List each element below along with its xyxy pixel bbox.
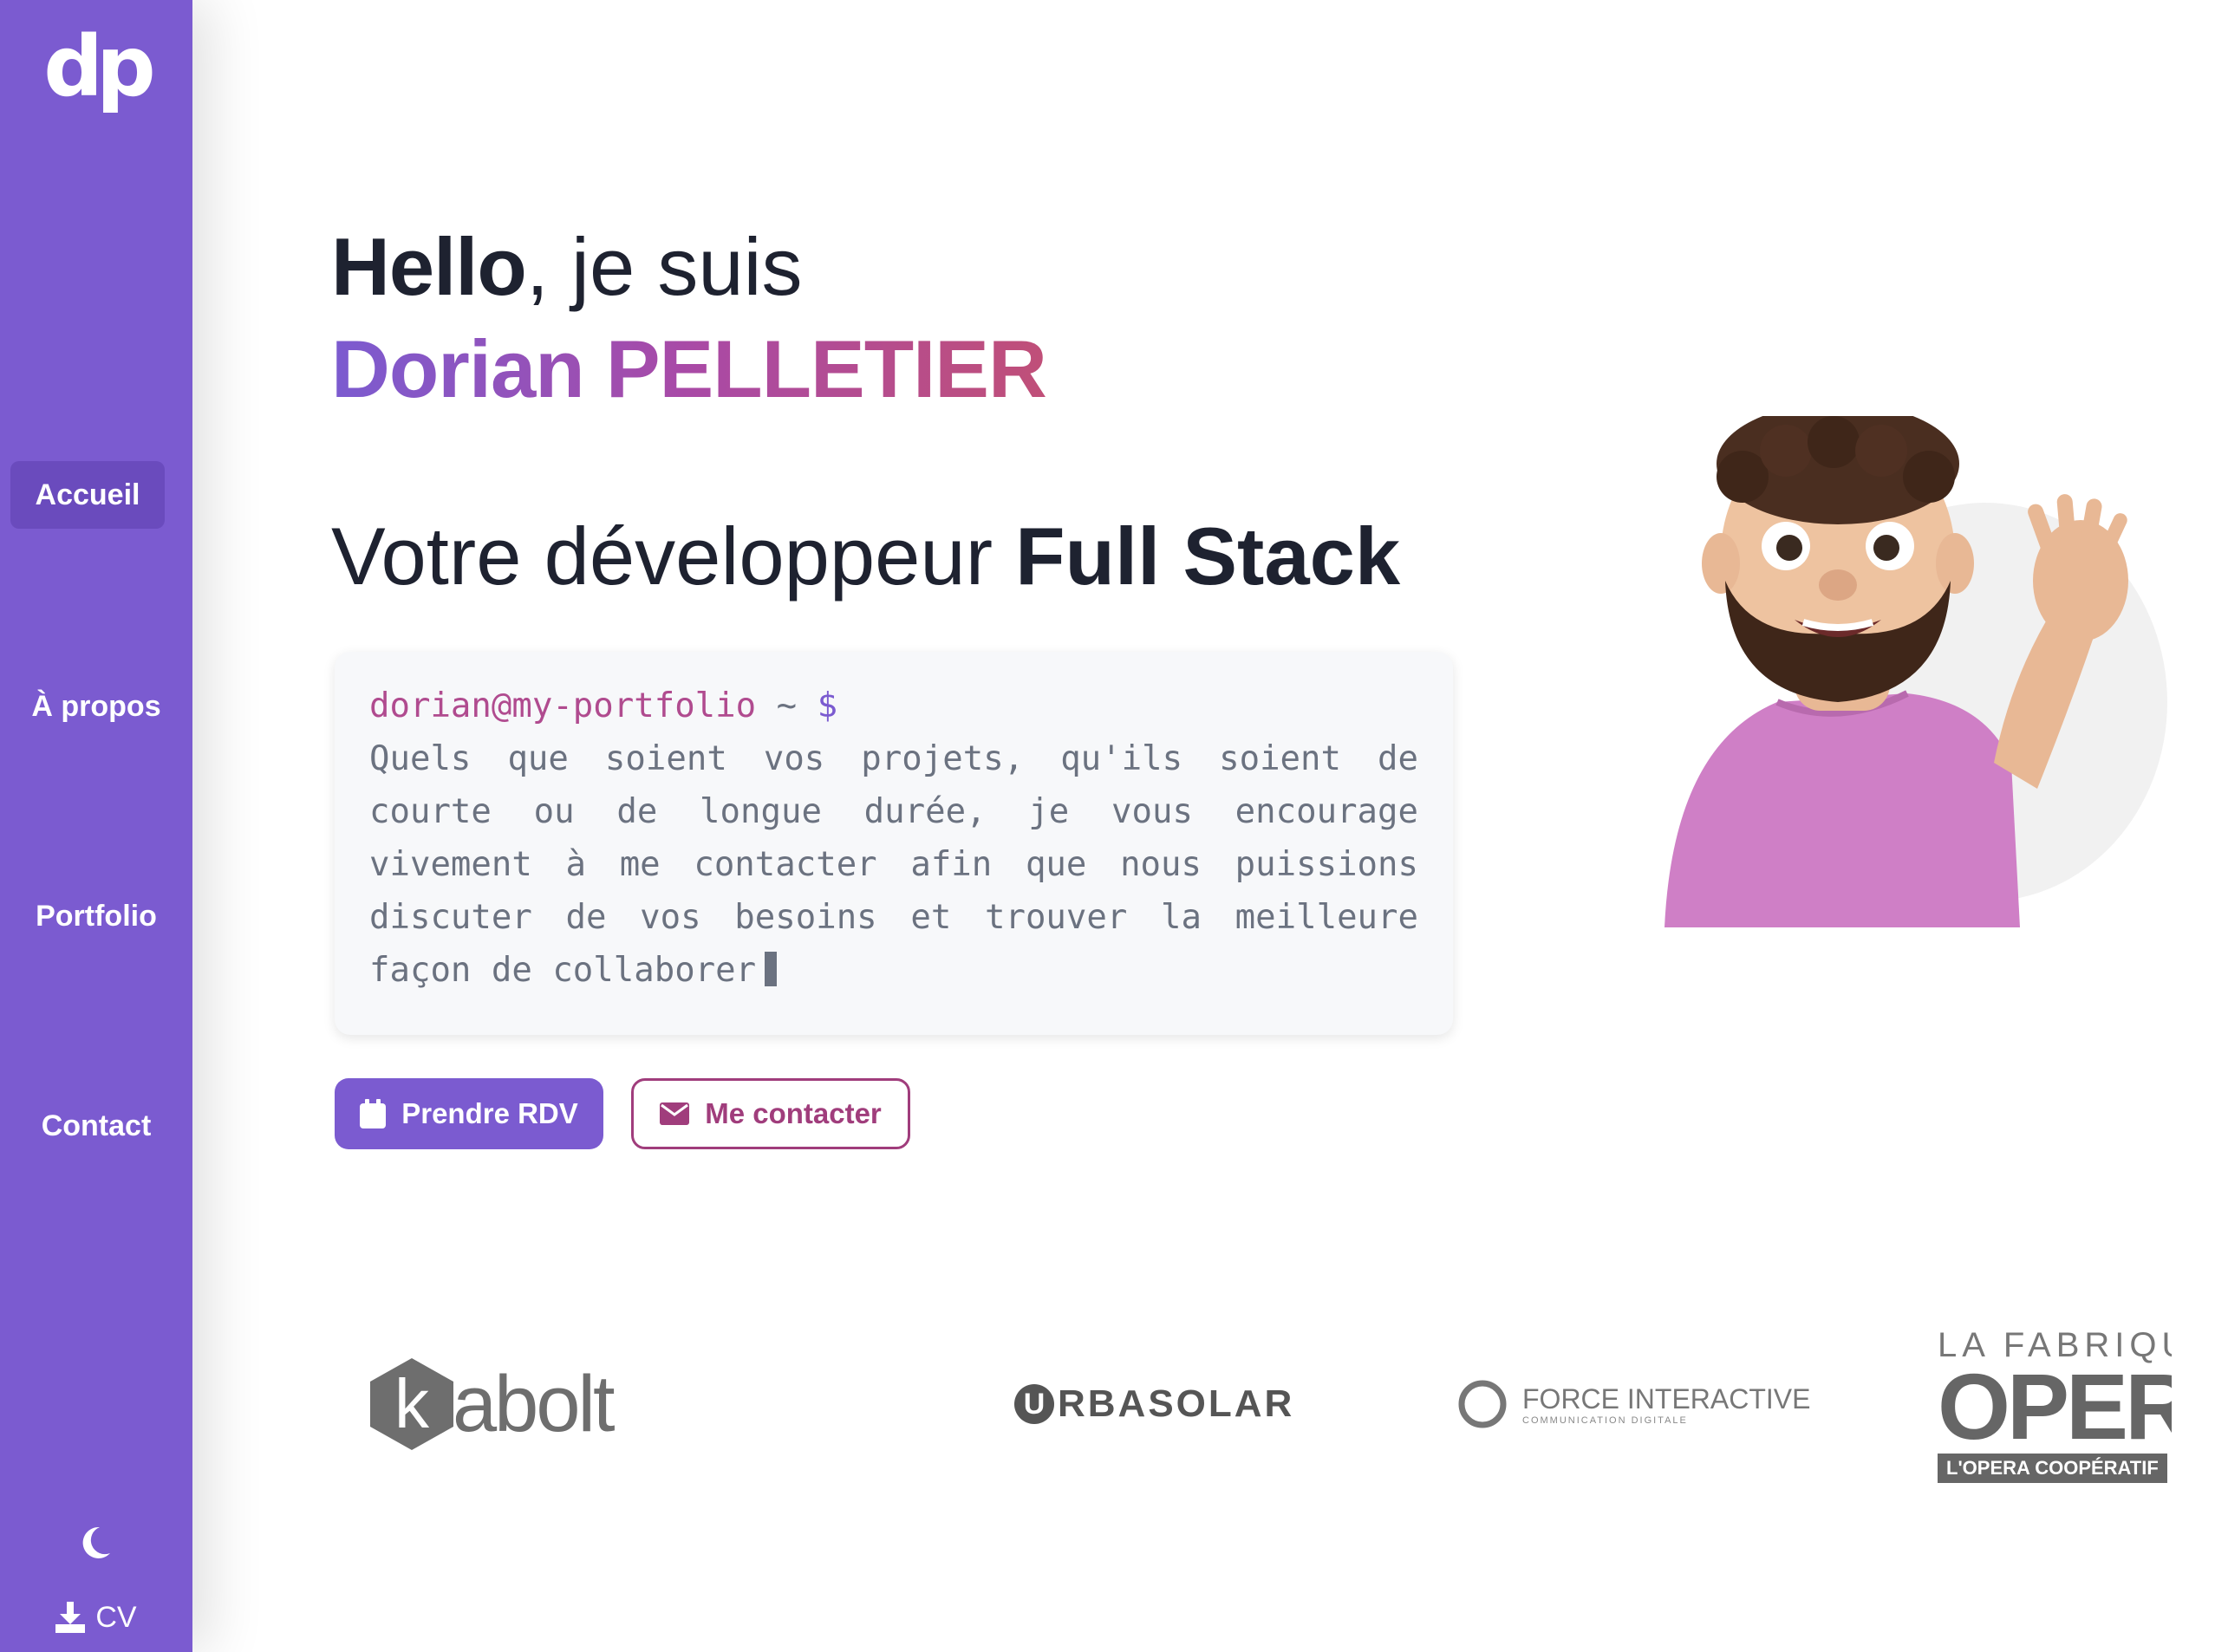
ring-icon: [1458, 1380, 1507, 1428]
nav-item-contact[interactable]: Contact: [0, 1109, 192, 1143]
client-logos: k abolt U RBASOLAR FORCE INTERACTIVE COM…: [329, 1317, 2172, 1491]
calendar-icon: [360, 1099, 387, 1128]
contact-me-label: Me contacter: [705, 1097, 882, 1129]
cv-label: CV: [95, 1600, 137, 1634]
contact-me-button[interactable]: Me contacter: [631, 1078, 910, 1149]
site-logo[interactable]: dp: [0, 19, 192, 114]
moon-icon: [82, 1526, 110, 1558]
terminal-prompt: dorian@my-portfolio ~ $: [369, 680, 1418, 732]
terminal-box: dorian@my-portfolio ~ $ Quels que soient…: [335, 652, 1453, 1035]
client-logo-force-interactive: FORCE INTERACTIVE COMMUNICATION DIGITALE: [1456, 1317, 1821, 1491]
kabolt-mark: k: [394, 1365, 430, 1442]
nav-item-portfolio[interactable]: Portfolio: [0, 900, 192, 933]
hello-rest: , je suis: [525, 221, 803, 312]
kabolt-text: abolt: [453, 1359, 615, 1448]
hero-name: Dorian PELLETIER: [331, 317, 1047, 421]
terminal-text: Quels que soient vos projets, qu'ils soi…: [369, 739, 1418, 990]
fabrique-main: OPERA: [1938, 1353, 2172, 1459]
urbasolar-mark: U: [1014, 1384, 1054, 1424]
urbasolar-text: RBASOLAR: [1058, 1382, 1295, 1425]
force-interactive-text: FORCE INTERACTIVE: [1522, 1382, 1811, 1415]
terminal-user: dorian@my-portfolio: [369, 686, 757, 725]
hello-bold: Hello: [331, 221, 527, 312]
subtitle-bold: Full Stack: [1015, 511, 1401, 602]
theme-toggle-button[interactable]: [0, 1519, 192, 1567]
force-interactive-sub: COMMUNICATION DIGITALE: [1522, 1415, 1688, 1426]
download-icon: [55, 1602, 86, 1633]
subtitle-prefix: Votre développeur: [331, 511, 1016, 602]
memoji-avatar: [1664, 416, 2167, 927]
kabolt-hexagon-icon: k: [370, 1358, 453, 1450]
book-appointment-button[interactable]: Prendre RDV: [335, 1078, 603, 1149]
book-appointment-label: Prendre RDV: [401, 1097, 578, 1129]
nav-item-accueil[interactable]: Accueil: [10, 461, 165, 529]
envelope-icon: [660, 1102, 690, 1125]
hero-greeting: Hello, je suis: [331, 215, 803, 319]
terminal-cursor: [765, 952, 778, 986]
terminal-tilde: ~: [776, 686, 798, 725]
client-logo-la-fabrique-opera: LA FABRIQUE OPERA L'OPERA COOPÉRATIF: [1938, 1317, 2172, 1491]
fabrique-band: L'OPERA COOPÉRATIF: [1938, 1453, 2167, 1483]
hero-subtitle: Votre développeur Full Stack: [331, 504, 1400, 608]
terminal-dollar: $: [817, 686, 838, 725]
terminal-message: Quels que soient vos projets, qu'ils soi…: [369, 732, 1418, 997]
client-logo-kabolt: k abolt: [364, 1317, 642, 1491]
cv-download-link[interactable]: CV: [0, 1593, 192, 1642]
sidebar: dp Accueil À propos Portfolio Contact CV: [0, 0, 192, 1652]
client-logo-urbasolar: U RBASOLAR: [1014, 1317, 1344, 1491]
nav-item-a-propos[interactable]: À propos: [0, 690, 192, 724]
